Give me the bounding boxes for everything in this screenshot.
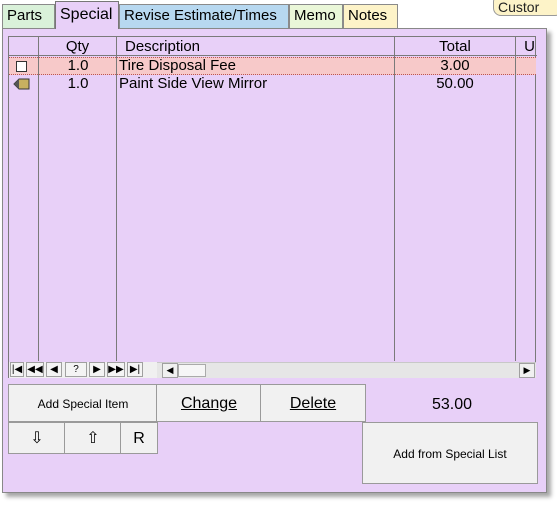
tab-revise-estimate[interactable]: Revise Estimate/Times bbox=[119, 4, 289, 28]
nav-prev-button[interactable]: ◀ bbox=[46, 362, 62, 377]
add-special-item-button[interactable]: Add Special Item bbox=[8, 384, 158, 422]
tab-parts[interactable]: Parts bbox=[2, 4, 55, 28]
nav-next-button[interactable]: ▶ bbox=[89, 362, 105, 377]
tab-special[interactable]: Special bbox=[55, 1, 119, 29]
special-total-value: 53.00 bbox=[431, 396, 473, 413]
tab-notes[interactable]: Notes bbox=[343, 4, 398, 28]
move-up-button[interactable]: ⇧ bbox=[64, 422, 122, 454]
row1-total[interactable]: 3.00 bbox=[395, 57, 515, 75]
row1-qty[interactable]: 1.0 bbox=[39, 57, 117, 75]
tab-custom[interactable]: Custor bbox=[493, 0, 557, 16]
tab-memo[interactable]: Memo bbox=[289, 4, 343, 28]
nav-goto-button[interactable]: ? bbox=[65, 362, 87, 377]
scroll-right-icon[interactable]: ▶ bbox=[519, 363, 535, 378]
grid-header-u[interactable]: U bbox=[516, 37, 537, 56]
row1-description[interactable]: Tire Disposal Fee bbox=[119, 57, 395, 75]
grid-header-qty[interactable]: Qty bbox=[39, 37, 117, 56]
nav-first-button[interactable]: |◀ bbox=[10, 362, 24, 377]
row2-total[interactable]: 50.00 bbox=[395, 75, 515, 93]
delete-button[interactable]: Delete bbox=[260, 384, 366, 422]
nav-prev-page-button[interactable]: ◀◀ bbox=[26, 362, 44, 377]
row2-description[interactable]: Paint Side View Mirror bbox=[119, 75, 395, 93]
add-from-special-list-button[interactable]: Add from Special List bbox=[362, 422, 538, 484]
move-down-button[interactable]: ⇩ bbox=[8, 422, 66, 454]
horizontal-scrollbar[interactable]: ◀ ▶ bbox=[157, 362, 536, 378]
pencil-edit-icon bbox=[13, 78, 30, 90]
row2-qty[interactable]: 1.0 bbox=[39, 75, 117, 93]
scroll-thumb[interactable] bbox=[178, 364, 206, 377]
grid-header-indicator bbox=[9, 37, 39, 56]
special-items-grid[interactable]: Qty Description Total U 1.0 Tire Disposa… bbox=[8, 36, 537, 378]
scroll-left-icon[interactable]: ◀ bbox=[162, 363, 178, 378]
r-button[interactable]: R bbox=[120, 422, 158, 454]
record-navigator: |◀ ◀◀ ◀ ? ▶ ▶▶ ▶| bbox=[9, 362, 157, 378]
grid-header-description[interactable]: Description bbox=[117, 37, 395, 56]
nav-next-page-button[interactable]: ▶▶ bbox=[107, 362, 125, 377]
nav-last-button[interactable]: ▶| bbox=[127, 362, 143, 377]
grid-header-total[interactable]: Total bbox=[395, 37, 516, 56]
row-checkbox[interactable] bbox=[16, 61, 27, 72]
change-button[interactable]: Change bbox=[156, 384, 262, 422]
